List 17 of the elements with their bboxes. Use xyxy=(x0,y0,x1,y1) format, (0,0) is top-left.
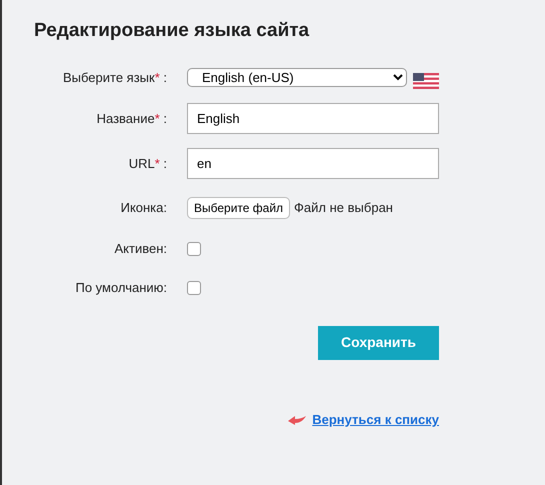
checkbox[interactable] xyxy=(187,281,201,296)
field-label: URL* : xyxy=(128,154,167,173)
back-link[interactable]: Вернуться к списку xyxy=(312,410,439,430)
flag-icon xyxy=(413,72,439,89)
field-label: Иконка: xyxy=(120,199,167,218)
language-select[interactable]: English (en-US) xyxy=(187,68,407,88)
text-field[interactable]: en xyxy=(187,148,439,179)
page-title: Редактирование языка сайта xyxy=(34,20,310,43)
field-label: Активен: xyxy=(113,240,167,258)
field-label: По умолчанию: xyxy=(74,279,167,298)
field-label: Выберите язык* : xyxy=(62,69,167,88)
arrow-icon xyxy=(288,414,306,425)
field-label: Название* : xyxy=(96,110,167,128)
choose-file-button[interactable]: Выберите файл xyxy=(187,196,290,219)
text-field[interactable]: English xyxy=(187,102,439,134)
file-status: Файл не выбран xyxy=(294,199,393,218)
checkbox[interactable] xyxy=(187,242,201,256)
